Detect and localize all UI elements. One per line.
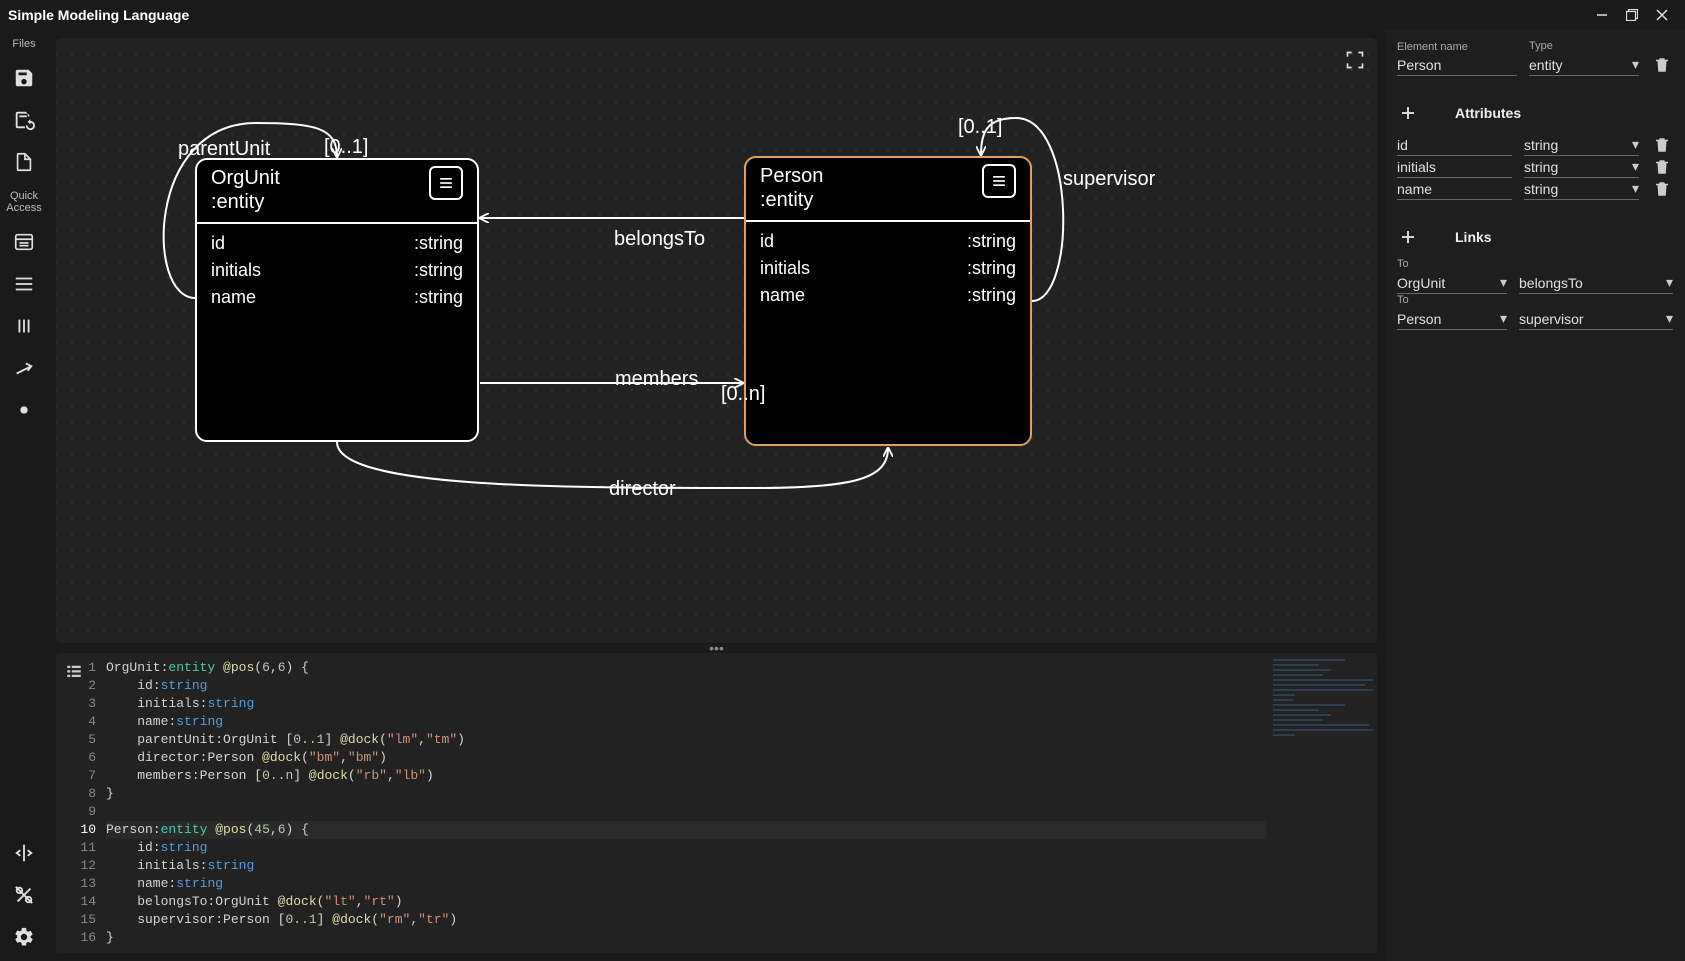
delete-attribute-button[interactable] bbox=[1651, 156, 1673, 178]
chevron-down-icon[interactable]: ▾ bbox=[1500, 310, 1507, 327]
properties-panel: Element name Person Type entity▾ Attribu… bbox=[1385, 30, 1685, 961]
edge-label: belongsTo bbox=[614, 228, 705, 251]
split-horizontal-icon[interactable] bbox=[10, 839, 38, 867]
percent-off-icon[interactable] bbox=[10, 881, 38, 909]
entity-title: OrgUnit :entity bbox=[211, 166, 280, 214]
element-name-label: Element name bbox=[1397, 41, 1517, 53]
attributes-heading: Attributes bbox=[1455, 105, 1521, 121]
sidebar-quick-access-label: QuickAccess bbox=[6, 190, 41, 214]
save-refresh-icon[interactable] bbox=[10, 106, 38, 134]
titlebar: Simple Modeling Language bbox=[0, 0, 1685, 30]
edge-label: director bbox=[609, 478, 676, 501]
entity-attribute: id:string bbox=[760, 228, 1016, 255]
frame-fit-icon[interactable] bbox=[1341, 46, 1369, 74]
element-name-input[interactable]: Person bbox=[1397, 55, 1517, 76]
edge-label: parentUnit bbox=[178, 138, 270, 161]
chevron-down-icon[interactable]: ▾ bbox=[1632, 136, 1639, 153]
link-to-select[interactable]: Person▾ bbox=[1397, 308, 1507, 330]
type-label: Type bbox=[1529, 40, 1639, 52]
sidebar-files-label: Files bbox=[12, 38, 35, 50]
minimize-button[interactable] bbox=[1587, 0, 1617, 30]
minimap[interactable] bbox=[1267, 653, 1377, 953]
link-relation-select[interactable]: belongsTo▾ bbox=[1519, 272, 1673, 294]
edge-label: supervisor bbox=[1063, 168, 1155, 191]
link-row: To Person▾ supervisor▾ bbox=[1397, 294, 1673, 330]
delete-attribute-button[interactable] bbox=[1651, 178, 1673, 200]
chevron-down-icon[interactable]: ▾ bbox=[1632, 158, 1639, 175]
link-row: To OrgUnit▾ belongsTo▾ bbox=[1397, 258, 1673, 294]
dot-icon[interactable] bbox=[10, 396, 38, 424]
edge-label: [0..1] bbox=[958, 116, 1002, 139]
attribute-type-select[interactable]: string▾ bbox=[1524, 134, 1639, 156]
menu-icon[interactable] bbox=[10, 270, 38, 298]
add-link-button[interactable] bbox=[1397, 226, 1419, 248]
delete-attribute-button[interactable] bbox=[1651, 134, 1673, 156]
code-outline-icon[interactable] bbox=[62, 659, 86, 683]
delete-element-button[interactable] bbox=[1651, 54, 1673, 76]
chevron-down-icon[interactable]: ▾ bbox=[1632, 180, 1639, 197]
close-button[interactable] bbox=[1647, 0, 1677, 30]
edge-label: [0..1] bbox=[324, 136, 368, 159]
link-tool-icon[interactable] bbox=[10, 354, 38, 382]
chevron-down-icon[interactable]: ▾ bbox=[1632, 56, 1639, 73]
code-editor[interactable]: 12345678910111213141516 OrgUnit:entity @… bbox=[56, 653, 1377, 953]
link-to-label: To bbox=[1397, 294, 1507, 306]
splitter-horizontal[interactable]: ••• bbox=[56, 643, 1377, 653]
attribute-type-select[interactable]: string▾ bbox=[1524, 156, 1639, 178]
entity-tool-icon[interactable] bbox=[10, 228, 38, 256]
attribute-row: name string▾ bbox=[1397, 178, 1673, 200]
edge-label: [0..n] bbox=[721, 383, 765, 406]
link-to-label: To bbox=[1397, 258, 1507, 270]
attribute-name-input[interactable]: id bbox=[1397, 135, 1512, 156]
chevron-down-icon[interactable]: ▾ bbox=[1666, 310, 1673, 327]
entity-attribute: name:string bbox=[211, 284, 463, 311]
app-title: Simple Modeling Language bbox=[8, 7, 189, 23]
entity-attribute: id:string bbox=[211, 230, 463, 257]
chevron-down-icon[interactable]: ▾ bbox=[1666, 274, 1673, 291]
attribute-row: id string▾ bbox=[1397, 134, 1673, 156]
entity-doc-icon[interactable] bbox=[429, 166, 463, 200]
link-relation-select[interactable]: supervisor▾ bbox=[1519, 308, 1673, 330]
entity-attribute: name:string bbox=[760, 282, 1016, 309]
attribute-name-input[interactable]: name bbox=[1397, 179, 1512, 200]
entity-attribute: initials:string bbox=[760, 255, 1016, 282]
type-select[interactable]: entity▾ bbox=[1529, 54, 1639, 76]
sidebar: Files QuickAccess bbox=[0, 30, 48, 961]
chevron-down-icon[interactable]: ▾ bbox=[1500, 274, 1507, 291]
entity-box[interactable]: OrgUnit :entity id:stringinitials:stringn… bbox=[195, 158, 479, 442]
entity-box[interactable]: Person :entity id:stringinitials:stringna… bbox=[744, 156, 1032, 446]
entity-title: Person :entity bbox=[760, 164, 823, 212]
attribute-row: initials string▾ bbox=[1397, 156, 1673, 178]
settings-icon[interactable] bbox=[10, 923, 38, 951]
save-icon[interactable] bbox=[10, 64, 38, 92]
canvas[interactable]: OrgUnit :entityid:stringinitials:stringn… bbox=[56, 38, 1377, 643]
new-file-icon[interactable] bbox=[10, 148, 38, 176]
links-heading: Links bbox=[1455, 229, 1492, 245]
link-to-select[interactable]: OrgUnit▾ bbox=[1397, 272, 1507, 294]
attribute-name-input[interactable]: initials bbox=[1397, 157, 1512, 178]
maximize-button[interactable] bbox=[1617, 0, 1647, 30]
columns-icon[interactable] bbox=[10, 312, 38, 340]
attribute-type-select[interactable]: string▾ bbox=[1524, 178, 1639, 200]
entity-doc-icon[interactable] bbox=[982, 164, 1016, 198]
edge-label: members bbox=[615, 368, 698, 391]
entity-attribute: initials:string bbox=[211, 257, 463, 284]
add-attribute-button[interactable] bbox=[1397, 102, 1419, 124]
